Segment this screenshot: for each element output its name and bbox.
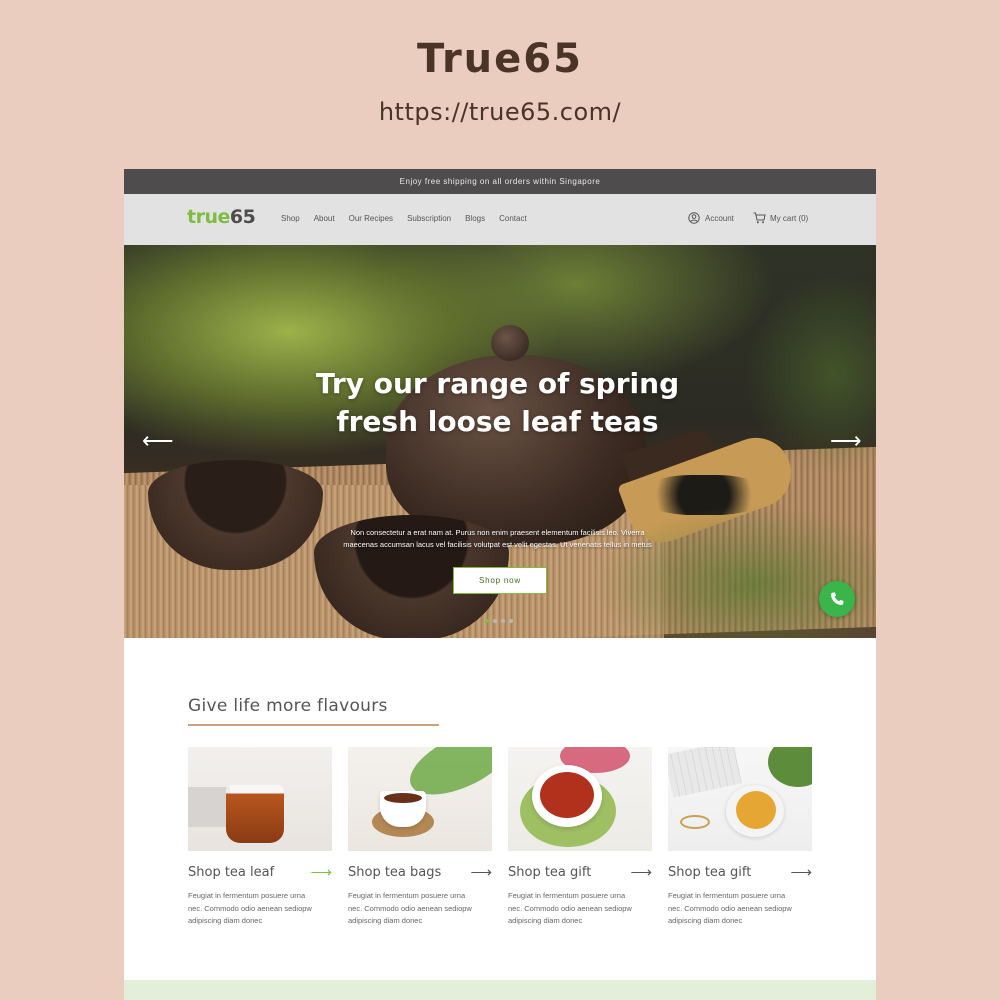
- card-description-line: Feugiat in fermentum posuere urna: [348, 891, 466, 900]
- account-label: Account: [705, 213, 734, 223]
- card-image-glass: [226, 785, 284, 843]
- carousel-dot-4[interactable]: [509, 619, 513, 623]
- card-image-box: [188, 787, 230, 827]
- section-underline: [188, 724, 439, 726]
- arrow-right-icon[interactable]: ⟶: [630, 863, 652, 881]
- card-description-line: nec. Commodo odio aenean sediopw: [668, 903, 792, 913]
- category-card[interactable]: Shop tea bags ⟶ Feugiat in fermentum pos…: [348, 747, 492, 928]
- hero-description-line-2: maecenas accumsan lacus vel facilisis vo…: [343, 540, 652, 549]
- card-image-tea-gift[interactable]: [508, 747, 652, 851]
- footer-band: [124, 980, 876, 1000]
- carousel-dot-3[interactable]: [501, 619, 505, 623]
- arrow-right-icon[interactable]: ⟶: [830, 430, 862, 452]
- category-cards: Shop tea leaf ⟶ Feugiat in fermentum pos…: [188, 747, 812, 928]
- carousel-dots: [485, 619, 513, 623]
- card-description-line: Feugiat in fermentum posuere urna: [508, 891, 626, 900]
- showcase-title: True65: [417, 36, 583, 82]
- card-description: Feugiat in fermentum posuere urna nec. C…: [668, 890, 812, 928]
- card-title[interactable]: Shop tea bags: [348, 865, 441, 880]
- category-card[interactable]: Shop tea leaf ⟶ Feugiat in fermentum pos…: [188, 747, 332, 928]
- card-image-tea-bags[interactable]: [348, 747, 492, 851]
- nav-item-our-recipes[interactable]: Our Recipes: [349, 214, 393, 223]
- card-description-line: nec. Commodo odio aenean sediopw: [508, 903, 632, 913]
- card-title[interactable]: Shop tea gift: [508, 865, 591, 880]
- category-card[interactable]: Shop tea gift ⟶ Feugiat in fermentum pos…: [508, 747, 652, 928]
- user-circle-icon: [688, 212, 700, 224]
- arrow-left-icon[interactable]: ⟵: [142, 430, 174, 452]
- main-menu: Shop About Our Recipes Subscription Blog…: [281, 214, 527, 223]
- card-title[interactable]: Shop tea leaf: [188, 865, 274, 880]
- nav-item-about[interactable]: About: [314, 214, 335, 223]
- announcement-bar: Enjoy free shipping on all orders within…: [124, 169, 876, 194]
- shopping-cart-icon: [753, 212, 766, 224]
- section-title: Give life more flavours: [188, 696, 388, 716]
- card-description-line: adipiscing diam donec: [188, 916, 263, 925]
- hero-carousel: Try our range of spring fresh loose leaf…: [124, 245, 876, 638]
- shop-now-button[interactable]: Shop now: [453, 567, 547, 594]
- card-description-line: nec. Commodo odio aenean sediopw: [188, 903, 312, 913]
- nav-item-shop[interactable]: Shop: [281, 214, 300, 223]
- showcase-url: https://true65.com/: [378, 98, 622, 126]
- card-image-tea: [540, 772, 594, 818]
- arrow-right-icon[interactable]: ⟶: [790, 863, 812, 881]
- carousel-dot-1[interactable]: [485, 619, 489, 623]
- whatsapp-icon[interactable]: [819, 581, 855, 617]
- arrow-right-icon[interactable]: ⟶: [310, 863, 332, 881]
- card-image-tea: [384, 793, 422, 803]
- card-description: Feugiat in fermentum posuere urna nec. C…: [188, 890, 332, 928]
- logo-text-65: 65: [229, 206, 256, 228]
- carousel-dot-2[interactable]: [493, 619, 497, 623]
- card-description-line: adipiscing diam donec: [508, 916, 583, 925]
- account-link[interactable]: Account: [688, 212, 734, 224]
- card-image-tea: [736, 791, 776, 829]
- card-description-line: Feugiat in fermentum posuere urna: [668, 891, 786, 900]
- card-image-plant: [768, 747, 812, 787]
- card-description-line: adipiscing diam donec: [668, 916, 743, 925]
- arrow-right-icon[interactable]: ⟶: [470, 863, 492, 881]
- card-description-line: nec. Commodo odio aenean sediopw: [348, 903, 472, 913]
- card-title[interactable]: Shop tea gift: [668, 865, 751, 880]
- phone-icon: [831, 592, 844, 605]
- hero-title-line-1: Try our range of spring: [315, 367, 680, 400]
- card-image-keyboard: [668, 747, 742, 798]
- nav-item-subscription[interactable]: Subscription: [407, 214, 451, 223]
- cart-label: My cart (0): [770, 213, 809, 223]
- card-description: Feugiat in fermentum posuere urna nec. C…: [508, 890, 652, 928]
- hero-title: Try our range of spring fresh loose leaf…: [300, 365, 695, 441]
- category-card[interactable]: Shop tea gift ⟶ Feugiat in fermentum pos…: [668, 747, 812, 928]
- logo-text-true: true: [187, 206, 230, 228]
- card-image-tea-gift-2[interactable]: [668, 747, 812, 851]
- site-logo[interactable]: true65: [187, 206, 256, 228]
- hero-image-teapot-knob: [491, 325, 529, 361]
- card-description: Feugiat in fermentum posuere urna nec. C…: [348, 890, 492, 928]
- hero-description: Non consectetur a erat nam at. Purus non…: [310, 527, 685, 551]
- cart-link[interactable]: My cart (0): [753, 212, 808, 224]
- card-image-scissors: [680, 815, 710, 829]
- hero-description-line-1: Non consectetur a erat nam at. Purus non…: [350, 528, 645, 537]
- website-screenshot-frame: Enjoy free shipping on all orders within…: [124, 169, 876, 1000]
- card-image-tea-leaf[interactable]: [188, 747, 332, 851]
- card-description-line: adipiscing diam donec: [348, 916, 423, 925]
- header-nav: true65 Shop About Our Recipes Subscripti…: [124, 194, 876, 245]
- nav-item-blogs[interactable]: Blogs: [465, 214, 485, 223]
- hero-title-line-2: fresh loose leaf teas: [336, 405, 659, 438]
- card-description-line: Feugiat in fermentum posuere urna: [188, 891, 306, 900]
- announcement-text: Enjoy free shipping on all orders within…: [399, 177, 601, 186]
- nav-item-contact[interactable]: Contact: [499, 214, 527, 223]
